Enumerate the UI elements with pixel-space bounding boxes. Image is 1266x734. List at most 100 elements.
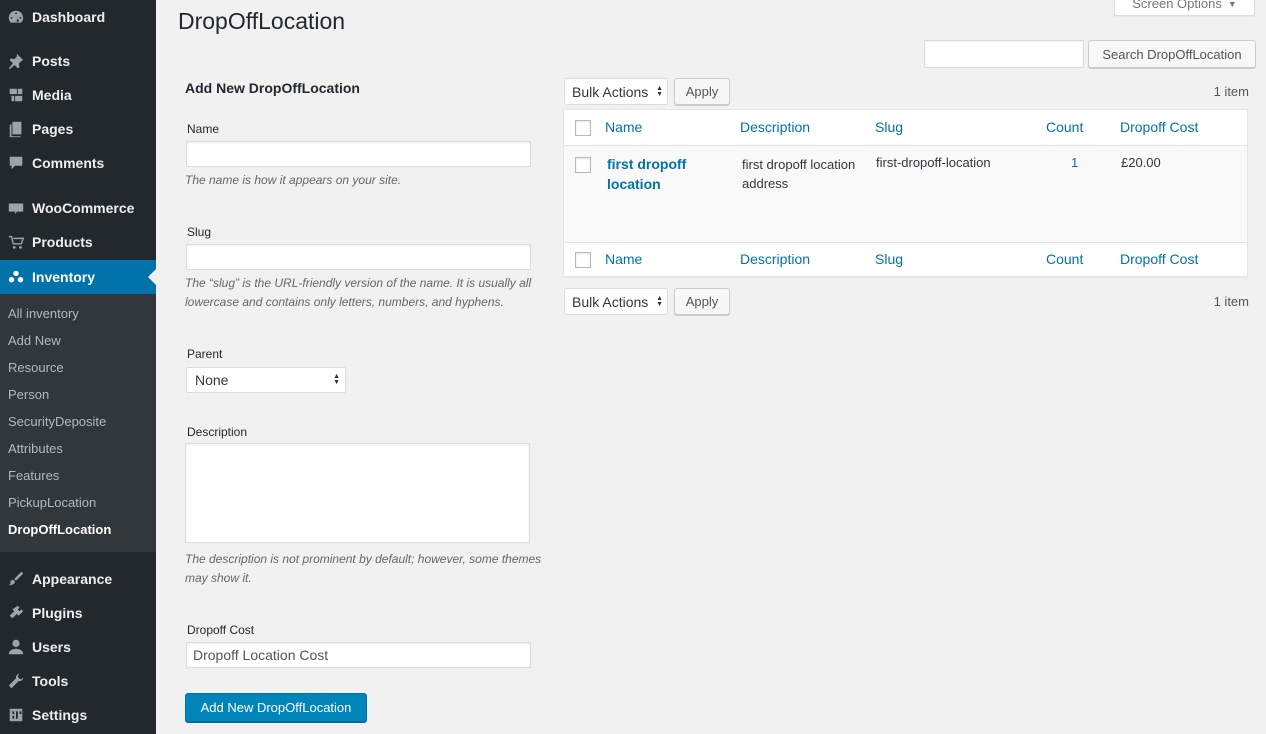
wrench-icon [0,672,32,690]
submenu-person[interactable]: Person [8,385,49,405]
inventory-submenu: All inventory Add New Resource Person Se… [0,294,156,552]
menu-label: Appearance [32,571,113,587]
slug-field[interactable] [186,244,531,270]
menu-label: Dashboard [32,9,106,25]
name-help: The name is how it appears on your site. [185,173,402,187]
submenu-dropoff-location[interactable]: DropOffLocation [8,520,111,540]
column-slug-footer[interactable]: Slug [875,251,903,267]
apply-button-bottom[interactable]: Apply [674,288,730,315]
plugin-icon [0,604,32,622]
cart-icon [0,233,32,251]
search-button[interactable]: Search DropOffLocation [1088,40,1256,68]
menu-item-users[interactable]: Users [0,630,156,664]
caret-down-icon: ▼ [1227,0,1237,9]
name-field[interactable] [186,141,531,167]
menu-item-posts[interactable]: Posts [0,44,156,78]
screen-options-button[interactable]: Screen Options ▼ [1114,0,1255,16]
menu-label: Settings [32,707,88,723]
row-count-link[interactable]: 1 [1071,153,1078,172]
screen-options-label: Screen Options [1132,0,1222,11]
select-all-checkbox[interactable] [575,120,591,136]
row-dropoff-cost: £20.00 [1121,155,1161,170]
table-row: first dropoff location first dropoff loc… [564,146,1247,242]
admin-sidebar: Dashboard Posts Media Pages Comments Woo… [0,0,156,734]
dropoff-cost-label: Dropoff Cost [187,623,255,637]
submenu-resource[interactable]: Resource [8,358,64,378]
row-slug: first-dropoff-location [876,155,991,170]
submenu-all-inventory[interactable]: All inventory [8,304,79,324]
pin-icon [0,52,32,70]
menu-label: Users [32,639,71,655]
column-dropoff-cost-footer[interactable]: Dropoff Cost [1120,251,1198,267]
column-name-footer[interactable]: Name [605,251,642,267]
row-name-link[interactable]: first dropoff location [607,154,717,194]
pages-icon [0,120,32,138]
menu-item-woocommerce[interactable]: WooCommerce [0,191,156,225]
apply-button-top[interactable]: Apply [674,78,730,105]
name-label: Name [187,122,220,136]
settings-icon [0,706,32,724]
row-checkbox[interactable] [575,157,591,173]
submenu-attributes[interactable]: Attributes [8,439,63,459]
menu-item-settings[interactable]: Settings [0,698,156,732]
menu-item-products[interactable]: Products [0,225,156,259]
dashboard-icon [0,8,32,26]
menu-item-media[interactable]: Media [0,78,156,112]
bulk-actions-value: Bulk Actions [572,83,649,100]
bulk-actions-select-bottom[interactable]: Bulk Actions ▲ ▼ [564,288,668,315]
bulk-actions-value: Bulk Actions [572,293,649,310]
menu-item-pages[interactable]: Pages [0,112,156,146]
updown-arrows-icon: ▲ ▼ [333,373,340,386]
table-header-row: Name Description Slug Count Dropoff Cost [564,110,1247,146]
menu-item-tools[interactable]: Tools [0,664,156,698]
menu-label: Plugins [32,605,83,621]
form-title: Add New DropOffLocation [185,80,360,96]
description-label: Description [187,425,248,439]
column-dropoff-cost-header[interactable]: Dropoff Cost [1120,119,1198,135]
updown-arrows-icon: ▲ ▼ [656,85,663,98]
menu-item-appearance[interactable]: Appearance [0,562,156,596]
item-count-bottom: 1 item [1213,294,1249,309]
slug-label: Slug [187,225,212,239]
column-count-header[interactable]: Count [1046,119,1083,135]
menu-label: Pages [32,121,74,137]
menu-label: Products [32,234,93,250]
column-name-header[interactable]: Name [605,119,642,135]
column-description-footer[interactable]: Description [740,251,810,267]
parent-select[interactable]: None ▲ ▼ [186,367,346,393]
page-title: DropOffLocation [178,8,346,34]
submenu-add-new[interactable]: Add New [8,331,61,351]
add-new-dropofflocation-button[interactable]: Add New DropOffLocation [185,693,367,722]
menu-label: Inventory [32,269,96,285]
menu-item-comments[interactable]: Comments [0,146,156,180]
column-count-footer[interactable]: Count [1046,251,1083,267]
submenu-security-deposite[interactable]: SecurityDeposite [8,412,106,432]
user-icon [0,638,32,656]
parent-select-value: None [195,372,229,388]
dropoff-cost-field[interactable]: Dropoff Location Cost [186,642,531,668]
bulk-actions-select-top[interactable]: Bulk Actions ▲ ▼ [564,78,668,105]
groups-icon [0,268,32,286]
search-input[interactable] [924,40,1084,68]
description-textarea[interactable] [185,443,530,543]
terms-table: Name Description Slug Count Dropoff Cost… [563,109,1248,277]
slug-help: The “slug” is the URL-friendly version o… [185,276,532,309]
menu-item-plugins[interactable]: Plugins [0,596,156,630]
menu-label: Tools [32,673,69,689]
media-icon [0,86,32,104]
description-help: The description is not prominent by defa… [185,552,542,585]
row-description: first dropoff location address [742,157,856,191]
item-count-top: 1 item [1213,84,1249,99]
updown-arrows-icon: ▲ ▼ [656,295,663,308]
menu-item-dashboard[interactable]: Dashboard [0,0,156,34]
submenu-features[interactable]: Features [8,466,59,486]
select-all-checkbox-bottom[interactable] [575,252,591,268]
menu-label: WooCommerce [32,200,135,216]
column-slug-header[interactable]: Slug [875,119,903,135]
column-description-header[interactable]: Description [740,119,810,135]
menu-item-inventory[interactable]: Inventory [0,260,156,294]
submenu-pickup-location[interactable]: PickupLocation [8,493,96,513]
menu-label: Media [32,87,72,103]
woocommerce-icon [0,199,32,217]
table-footer-row: Name Description Slug Count Dropoff Cost [564,242,1247,277]
